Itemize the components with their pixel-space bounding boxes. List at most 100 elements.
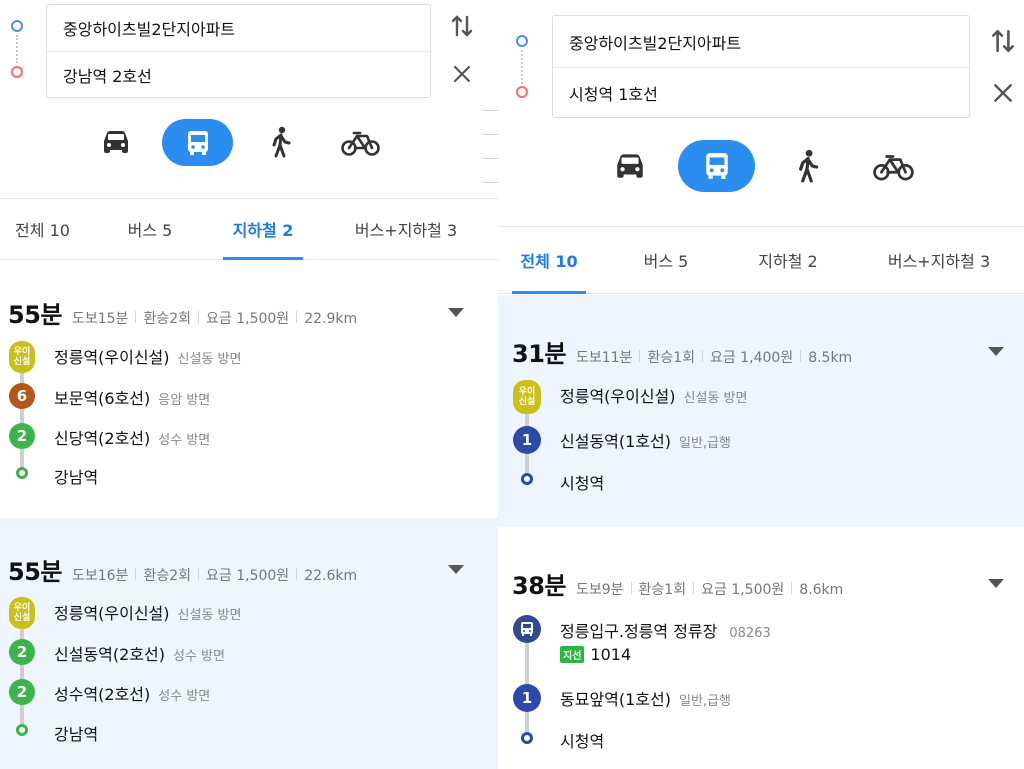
stop-row: 정릉입구.정릉역 정류장 08263 [560,618,771,642]
bus-icon [705,153,728,179]
destination-field[interactable]: 시청역 1호선 [553,68,969,118]
stop-name: 시청역 [560,474,605,493]
swap-arrows-icon [451,15,473,37]
route-timeline [20,614,24,732]
distance: 8.6km [799,582,844,598]
line-badge-2: 2 [9,423,35,449]
tab-all[interactable]: 전체 10 [0,199,85,259]
car-icon [104,131,128,153]
route-duration: 38분 [512,572,566,600]
stop-direction: 신설동 방면 [177,352,242,367]
divider-tick [482,182,498,183]
transfer-count: 환승1회 [647,350,696,366]
line-badge-ui: 우이 신설 [9,341,35,373]
origin-field[interactable]: 중앙하이츠빌2단지아파트 [553,16,969,67]
bus-icon [521,622,533,636]
tab-bus-subway[interactable]: 버스+지하철 3 [874,227,1004,293]
route-summary: 55분 도보15분 환승2회 요금 1,500원 22.9km [8,295,357,330]
distance: 8.5km [808,350,853,366]
chevron-down-icon[interactable] [448,565,464,574]
walk-time: 도보15분 [71,311,129,327]
mode-car[interactable] [608,145,652,187]
mode-walk[interactable] [262,122,298,162]
stop-row: 정릉역(우이신설) 신설동 방면 [54,344,241,368]
meta-divider [639,350,641,362]
walk-icon [272,126,291,158]
car-icon [617,154,643,178]
stop-row: 동묘앞역(1호선) 일반,급행 [560,686,731,710]
destination-dot-icon [16,724,28,736]
stop-row: 신설동역(2호선) 성수 방면 [54,641,225,665]
route-card[interactable]: 55분 도보16분 환승2회 요금 1,500원 22.6km 우이 신설 정릉역… [0,518,498,769]
tab-bus[interactable]: 버스 5 [110,199,190,259]
line-badge-ui: 우이 신설 [513,380,541,414]
mode-bus[interactable] [162,119,233,166]
route-search-box: 중앙하이츠빌2단지아파트 시청역 1호선 [552,15,970,118]
stop-name: 신설동역(1호선) [560,432,671,451]
destination-dot-icon [16,467,28,479]
destination-text: 강남역 2호선 [63,67,152,86]
stop-name: 강남역 [54,725,99,744]
chevron-down-icon[interactable] [988,579,1004,588]
meta-divider [800,350,802,362]
stop-row: 시청역 [560,470,604,494]
stop-row: 보문역(6호선) 응암 방면 [54,385,210,409]
route-card[interactable]: 55분 도보15분 환승2회 요금 1,500원 22.9km 우이 신설 정릉역… [0,261,498,518]
origin-pin-icon [516,35,528,47]
clear-button[interactable] [448,60,476,88]
swap-button[interactable] [988,24,1018,58]
origin-text: 중앙하이츠빌2단지아파트 [63,20,236,39]
fare: 요금 1,400원 [710,350,794,366]
stop-name: 신당역(2호선) [54,429,151,448]
route-card[interactable]: 31분 도보11분 환승1회 요금 1,400원 8.5km 우이 신설 정릉역(… [498,295,1024,527]
transfer-count: 환승2회 [143,568,192,584]
mode-bicycle[interactable] [338,124,384,162]
close-icon [453,65,471,83]
tab-subway[interactable]: 지하철 2 [223,199,303,260]
destination-dot-icon [521,473,533,485]
divider-tick [482,110,498,111]
chevron-down-icon[interactable] [988,347,1004,356]
pin-connector [521,50,523,84]
walk-time: 도보16분 [71,568,129,584]
destination-field[interactable]: 강남역 2호선 [47,52,430,98]
clear-button[interactable] [988,78,1018,108]
tab-bus-subway[interactable]: 버스+지하철 3 [346,199,466,259]
route-summary: 55분 도보16분 환승2회 요금 1,500원 22.6km [8,552,357,587]
stop-name: 정릉역(우이신설) [560,387,676,406]
stop-row: 정릉역(우이신설) 신설동 방면 [560,383,747,407]
tab-bus[interactable]: 버스 5 [626,227,706,293]
bus-stop-badge [513,615,541,643]
route-card[interactable]: 38분 도보9분 환승1회 요금 1,500원 8.6km 정릉입구.정릉역 정… [498,528,1024,769]
origin-text: 중앙하이츠빌2단지아파트 [569,33,742,53]
swap-button[interactable] [448,10,476,42]
meta-divider [296,311,298,323]
meta-divider [702,350,704,362]
route-timeline [20,357,24,475]
mode-car[interactable] [96,122,136,162]
line-badge-1: 1 [513,684,541,712]
stop-name: 강남역 [54,468,99,487]
mode-bicycle[interactable] [870,147,918,187]
route-summary: 38분 도보9분 환승1회 요금 1,500원 8.6km [512,566,843,601]
chevron-down-icon[interactable] [448,308,464,317]
stop-row: 정릉역(우이신설) 신설동 방면 [54,600,241,624]
mode-bus[interactable] [678,140,755,192]
stop-name: 성수역(2호선) [54,685,151,704]
distance: 22.6km [304,568,358,584]
origin-field[interactable]: 중앙하이츠빌2단지아파트 [47,5,430,51]
route-duration: 55분 [8,301,62,329]
transfer-count: 환승1회 [638,582,687,598]
mode-walk[interactable] [788,145,826,187]
tab-all[interactable]: 전체 10 [512,227,586,294]
destination-text: 시청역 1호선 [569,85,658,104]
stop-direction: 성수 방면 [158,689,211,704]
line-badge-2: 2 [9,639,35,665]
stop-direction: 신설동 방면 [177,608,242,623]
origin-pin-icon [11,20,23,32]
stop-name: 정릉역(우이신설) [54,348,170,367]
tab-subway[interactable]: 지하철 2 [744,227,832,293]
meta-divider [198,311,200,323]
bicycle-icon [341,131,380,156]
meta-divider [198,568,200,580]
